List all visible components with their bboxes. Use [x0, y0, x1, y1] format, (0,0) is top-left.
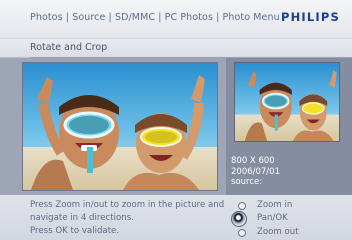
- top-bar: Photos | Source | SD/MMC | PC Photos | P…: [0, 0, 352, 38]
- help-text: Press Zoom in/out to zoom in the picture…: [30, 199, 226, 238]
- navigation-legend: Zoom in Pan/OK Zoom out: [228, 199, 348, 239]
- photo-resolution: 800 X 600: [231, 156, 275, 166]
- preview-thumbnail: [234, 62, 340, 142]
- zoom-out-dot-icon: [238, 229, 246, 237]
- zoom-out-label[interactable]: Zoom out: [257, 227, 299, 237]
- zoom-in-dot-icon: [238, 202, 246, 210]
- photo-info: 800 X 600 2006/07/01 source:: [231, 156, 280, 188]
- navigation-knob-icon: [231, 211, 247, 227]
- preview-thumbnail-image: [235, 63, 339, 141]
- breadcrumb[interactable]: Photos | Source | SD/MMC | PC Photos | P…: [30, 12, 280, 23]
- menu-title-bar: Rotate and Crop: [0, 38, 352, 58]
- photo-source: source:: [231, 177, 263, 187]
- photo-date: 2006/07/01: [231, 166, 280, 177]
- help-line-3: Press OK to validate.: [30, 226, 120, 236]
- photo-frame-screen: Photos | Source | SD/MMC | PC Photos | P…: [0, 0, 352, 240]
- help-line-1: Press Zoom in/out to zoom in the picture…: [30, 200, 225, 210]
- brand-logo: PHILIPS: [280, 10, 340, 24]
- crop-photo[interactable]: [22, 62, 218, 191]
- pan-ok-label[interactable]: Pan/OK: [257, 213, 288, 223]
- help-line-2: navigate in 4 directions.: [30, 213, 134, 223]
- page-title: Rotate and Crop: [30, 42, 108, 53]
- crop-photo-image: [23, 63, 217, 190]
- zoom-in-label[interactable]: Zoom in: [257, 200, 292, 210]
